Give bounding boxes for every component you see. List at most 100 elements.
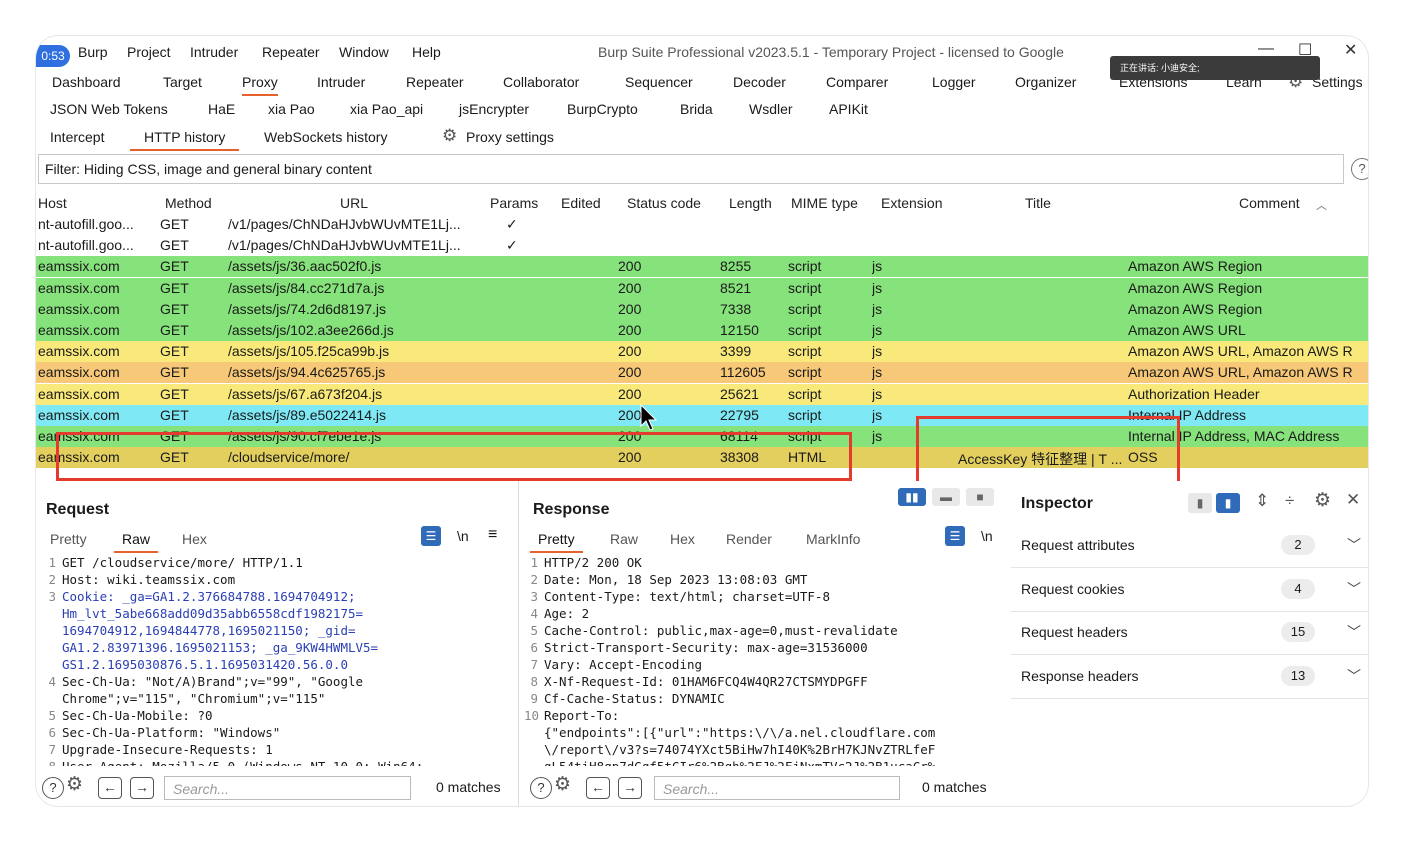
tab-jsencrypter[interactable]: jsEncrypter	[459, 101, 529, 117]
col-length[interactable]: Length	[729, 195, 772, 211]
tab-repeater[interactable]: Repeater	[406, 74, 464, 90]
col-host[interactable]: Host	[38, 195, 67, 211]
layout-single-icon[interactable]: ■	[966, 488, 994, 506]
tab-intruder[interactable]: Intruder	[317, 74, 365, 90]
filter-bar[interactable]: Filter: Hiding CSS, image and general bi…	[38, 154, 1344, 184]
table-row[interactable]: nt-autofill.goo... GET/v1/pages/ChNDaHJvb…	[36, 214, 1368, 235]
code-line: {"endpoints":[{"url":"https:\/\/a.nel.cl…	[524, 724, 1000, 741]
tab-dashboard[interactable]: Dashboard	[52, 74, 121, 90]
tab-wsdler[interactable]: Wsdler	[749, 101, 793, 117]
table-row[interactable]: eamssix.com GET/assets/js/94.4c625765.js 2…	[36, 362, 1368, 384]
cell-method: GET	[160, 216, 189, 232]
menu-burp[interactable]: Burp	[78, 44, 108, 60]
response-tab-markinfo[interactable]: MarkInfo	[806, 531, 860, 547]
collapse-all-icon[interactable]: ÷	[1285, 491, 1294, 511]
newline-toggle[interactable]: \n	[981, 528, 993, 544]
tab-proxy[interactable]: Proxy	[242, 74, 278, 96]
cell-ext: js	[872, 322, 883, 338]
help-icon[interactable]: ?	[530, 777, 552, 799]
inspector-close-icon[interactable]: ✕	[1346, 490, 1360, 510]
inspector-section[interactable]: Request attributes 2 ﹀	[1011, 525, 1368, 568]
cell-method: GET	[160, 322, 189, 338]
proxy-settings-gear-icon[interactable]: ⚙	[442, 126, 457, 146]
proxy-settings-button[interactable]: Proxy settings	[466, 129, 554, 145]
tab-intercept[interactable]: Intercept	[50, 129, 104, 145]
request-search-input[interactable]: Search...	[164, 776, 411, 800]
response-tab-hex[interactable]: Hex	[670, 531, 695, 547]
col-method[interactable]: Method	[165, 195, 212, 211]
help-icon[interactable]: ?	[42, 777, 64, 799]
request-editor[interactable]: 1 GET /cloudservice/more/ HTTP/1.1 2 Host: …	[42, 554, 512, 766]
table-row[interactable]: eamssix.com GET/assets/js/36.aac502f0.js 2…	[36, 256, 1368, 278]
tab-target[interactable]: Target	[163, 74, 202, 90]
forward-arrow-icon[interactable]: →	[618, 777, 642, 799]
table-row[interactable]: eamssix.com GET/assets/js/84.cc271d7a.js 2…	[36, 277, 1368, 299]
inspector-section[interactable]: Response headers 13 ﹀	[1011, 656, 1368, 699]
forward-arrow-icon[interactable]: →	[130, 777, 154, 799]
menu-repeater[interactable]: Repeater	[262, 44, 320, 60]
response-editor[interactable]: 1 HTTP/2 200 OK 2 Date: Mon, 18 Sep 2023 13…	[524, 554, 1000, 766]
table-row[interactable]: eamssix.com GET/assets/js/105.f25ca99b.js…	[36, 341, 1368, 363]
inspector-layout-right-icon[interactable]: ▮	[1216, 493, 1240, 513]
table-row[interactable]: nt-autofill.goo... GET/v1/pages/ChNDaHJvb…	[36, 235, 1368, 257]
table-row[interactable]: eamssix.com GET/assets/js/74.2d6d8197.js 2…	[36, 298, 1368, 320]
tab-hae[interactable]: HaE	[208, 101, 235, 117]
expand-all-icon[interactable]: ⇕	[1255, 491, 1269, 511]
col-title[interactable]: Title	[1025, 195, 1051, 211]
response-search-input[interactable]: Search...	[654, 776, 900, 800]
tab-apikit[interactable]: APIKit	[829, 101, 868, 117]
request-tab-hex[interactable]: Hex	[182, 531, 207, 547]
request-tab-raw[interactable]: Raw	[114, 531, 159, 553]
tab-sequencer[interactable]: Sequencer	[625, 74, 693, 90]
response-tab-pretty[interactable]: Pretty	[530, 531, 583, 553]
menu-intruder[interactable]: Intruder	[190, 44, 238, 60]
col-status[interactable]: Status code	[627, 195, 701, 211]
tab-collaborator[interactable]: Collaborator	[503, 74, 579, 90]
close-icon[interactable]: ✕	[1344, 40, 1357, 60]
menu-icon[interactable]: ≡	[488, 526, 497, 544]
help-icon[interactable]: ?	[1351, 158, 1368, 180]
chevron-down-icon[interactable]: ﹀	[1347, 535, 1361, 555]
inspector-section[interactable]: Request headers 15 ﹀	[1011, 612, 1368, 655]
chevron-down-icon[interactable]: ﹀	[1347, 622, 1361, 642]
tab-brida[interactable]: Brida	[680, 101, 713, 117]
tab-decoder[interactable]: Decoder	[733, 74, 786, 90]
col-comment[interactable]: Comment	[1239, 195, 1300, 211]
back-arrow-icon[interactable]: ←	[586, 777, 610, 799]
response-tab-render[interactable]: Render	[726, 531, 772, 547]
col-edited[interactable]: Edited	[561, 195, 601, 211]
newline-toggle[interactable]: \n	[457, 528, 469, 544]
tab-xia-pao-api[interactable]: xia Pao_api	[350, 101, 423, 117]
tab-websockets-history[interactable]: WebSockets history	[264, 129, 387, 145]
inspector-settings-icon[interactable]: ⚙	[1314, 489, 1331, 512]
col-params[interactable]: Params	[490, 195, 538, 211]
tab-comparer[interactable]: Comparer	[826, 74, 888, 90]
table-row[interactable]: eamssix.com GET/assets/js/102.a3ee266d.js…	[36, 320, 1368, 341]
tab-json-web-tokens[interactable]: JSON Web Tokens	[50, 101, 168, 117]
col-mime[interactable]: MIME type	[791, 195, 858, 211]
back-arrow-icon[interactable]: ←	[98, 777, 122, 799]
pretty-print-icon[interactable]: ☰	[421, 526, 441, 546]
tab-xia-pao[interactable]: xia Pao	[268, 101, 315, 117]
settings-gear-icon[interactable]: ⚙	[66, 773, 83, 796]
inspector-layout-left-icon[interactable]: ▮	[1188, 493, 1212, 513]
layout-horizontal-icon[interactable]: ▬	[932, 488, 960, 506]
tab-http-history[interactable]: HTTP history	[130, 129, 240, 151]
tab-logger[interactable]: Logger	[932, 74, 976, 90]
tab-organizer[interactable]: Organizer	[1015, 74, 1076, 90]
col-url[interactable]: URL	[340, 195, 368, 211]
tab-burpcrypto[interactable]: BurpCrypto	[567, 101, 638, 117]
table-row[interactable]: eamssix.com GET/assets/js/67.a673f204.js 2…	[36, 383, 1368, 405]
col-extension[interactable]: Extension	[881, 195, 942, 211]
chevron-down-icon[interactable]: ﹀	[1347, 579, 1361, 599]
menu-window[interactable]: Window	[339, 44, 389, 60]
pretty-print-icon[interactable]: ☰	[945, 526, 965, 546]
menu-project[interactable]: Project	[127, 44, 171, 60]
chevron-down-icon[interactable]: ﹀	[1347, 666, 1361, 686]
menu-help[interactable]: Help	[412, 44, 441, 60]
request-tab-pretty[interactable]: Pretty	[50, 531, 87, 547]
response-tab-raw[interactable]: Raw	[610, 531, 638, 547]
layout-split-icon[interactable]: ▮▮	[898, 488, 926, 506]
settings-gear-icon[interactable]: ⚙	[554, 773, 571, 796]
inspector-section[interactable]: Request cookies 4 ﹀	[1011, 569, 1368, 612]
